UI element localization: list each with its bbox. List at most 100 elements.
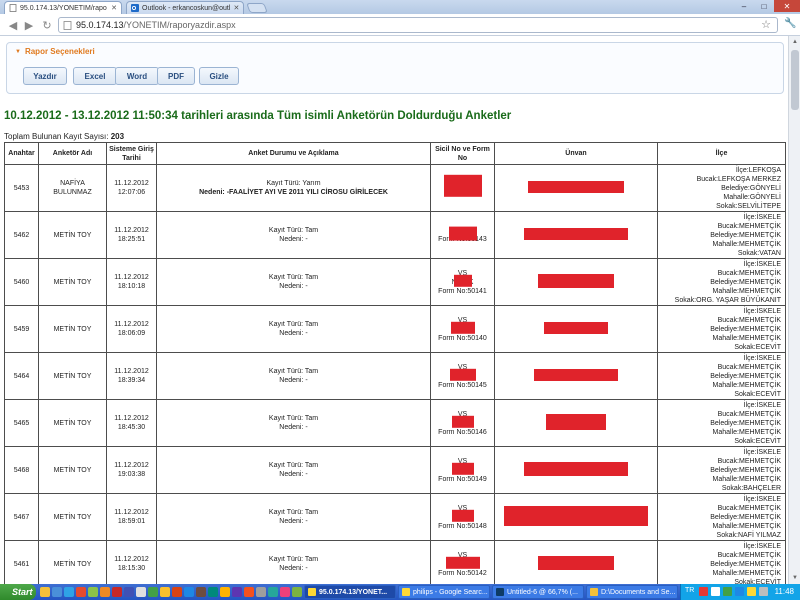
cell-sicil-form: VSNO:KKForm No:50142 <box>430 540 495 584</box>
tray-volume-icon[interactable] <box>759 587 768 596</box>
record-type: Kayıt Türü: Yarım <box>266 180 321 187</box>
location-line: İlçe:İSKELE <box>743 401 781 409</box>
close-window-icon[interactable]: ✕ <box>774 0 800 12</box>
column-header-sicil-form[interactable]: Sicil No ve Form No <box>430 142 495 165</box>
taskbar-window-label: Untitled-6 @ 66,7% (... <box>507 588 578 596</box>
start-button[interactable]: Start <box>0 584 36 600</box>
quicklaunch-app-icon[interactable] <box>220 587 230 597</box>
quicklaunch-app-icon[interactable] <box>112 587 122 597</box>
form-number: Form No:50146 <box>438 428 487 436</box>
location-line: Mahalle:MEHMETÇİK <box>712 475 781 483</box>
table-row: 5461 METİN TOY 11.12.2012 18:15:30 Kayıt Tür… <box>4 540 786 584</box>
tray-app-icon[interactable] <box>699 587 708 596</box>
quicklaunch-app-icon[interactable] <box>148 587 158 597</box>
table-row: 5462 METİN TOY 11.12.2012 18:25:51 Kayıt Tür… <box>4 211 786 259</box>
back-arrow-icon[interactable]: ◀ <box>6 18 20 32</box>
new-tab-button[interactable] <box>246 3 268 13</box>
close-tab-icon[interactable]: ✕ <box>230 4 239 12</box>
taskbar-window-chrome[interactable]: 95.0.174.13/YONET... <box>304 585 396 599</box>
maximize-icon[interactable]: □ <box>754 0 774 12</box>
cell-district: İlçe:İSKELE Bucak:MEHMETÇİK Belediye:MEHME… <box>657 446 786 494</box>
tray-app-icon[interactable] <box>711 587 720 596</box>
cell-district: İlçe:İSKELE Bucak:MEHMETÇİK Belediye:MEHME… <box>657 540 786 584</box>
record-type: Kayıt Türü: Tam <box>268 227 319 234</box>
forward-arrow-icon[interactable]: ▶ <box>22 18 36 32</box>
quicklaunch-media-icon[interactable] <box>76 587 86 597</box>
scroll-down-icon[interactable]: ▼ <box>790 573 800 583</box>
quicklaunch-app-icon[interactable] <box>268 587 278 597</box>
column-header-surveyor[interactable]: Anketör Adı <box>38 142 107 165</box>
hide-button[interactable]: Gizle <box>199 67 239 85</box>
quicklaunch-app-icon[interactable] <box>280 587 290 597</box>
address-bar[interactable]: 95.0.174.13/YONETIM/raporyazdir.aspx ☆ <box>58 17 778 33</box>
cell-entry-date: 11.12.2012 18:06:09 <box>106 305 157 353</box>
entry-date: 11.12.2012 <box>114 368 149 375</box>
report-options-legend[interactable]: ▼ Rapor Seçenekleri <box>15 47 95 56</box>
quicklaunch-app-icon[interactable] <box>244 587 254 597</box>
cell-title <box>494 493 658 541</box>
cell-status: Kayıt Türü: Tam Nedeni: - <box>156 493 431 541</box>
browser-tab-report[interactable]: 95.0.174.13/YONETIM/rapo ✕ <box>4 1 122 14</box>
redaction-box <box>451 509 474 522</box>
cell-surveyor: METİN TOY <box>38 493 107 541</box>
cell-district: İlçe:İSKELE Bucak:MEHMETÇİK Belediye:MEHME… <box>657 211 786 259</box>
redaction-box <box>504 505 648 526</box>
quicklaunch-app-icon[interactable] <box>172 587 182 597</box>
quicklaunch-app-icon[interactable] <box>256 587 266 597</box>
vertical-scrollbar[interactable]: ▲ ▼ <box>788 36 800 584</box>
taskbar-window-explorer[interactable]: D:\Documents and Se... <box>586 585 678 599</box>
column-header-district[interactable]: İlçe <box>657 142 786 165</box>
tray-network-icon[interactable] <box>735 587 744 596</box>
close-tab-icon[interactable]: ✕ <box>108 4 117 12</box>
location-line: Sokak:ECEVİT <box>734 437 781 445</box>
column-header-key[interactable]: Anahtar <box>4 142 39 165</box>
tray-app-icon[interactable] <box>723 587 732 596</box>
table-row: 5468 METİN TOY 11.12.2012 19:03:38 Kayıt Tür… <box>4 446 786 494</box>
location-line: Bucak:MEHMETÇİK <box>717 504 781 512</box>
quicklaunch-app-icon[interactable] <box>208 587 218 597</box>
cell-surveyor: METİN TOY <box>38 540 107 584</box>
table-row: 5459 METİN TOY 11.12.2012 18:06:09 Kayıt Tür… <box>4 305 786 353</box>
cell-sicil-form: Fo04 <box>430 164 495 212</box>
taskbar-window-google-search[interactable]: philips - Google Searc... <box>398 585 490 599</box>
minimize-icon[interactable]: – <box>734 0 754 12</box>
column-header-status[interactable]: Anket Durumu ve Açıklama <box>156 142 431 165</box>
quicklaunch-app-icon[interactable] <box>184 587 194 597</box>
quicklaunch-app-icon[interactable] <box>160 587 170 597</box>
language-indicator[interactable]: TR <box>685 587 694 594</box>
record-count: Toplam Bulunan Kayıt Sayısı: 203 <box>4 132 124 141</box>
cell-key: 5453 <box>4 164 39 212</box>
quicklaunch-firefox-icon[interactable] <box>100 587 110 597</box>
wrench-menu-icon[interactable]: 🔧 <box>784 18 796 29</box>
table-row: 5453 NAFİYA BULUNMAZ 11.12.2012 12:07:06 Kay… <box>4 164 786 212</box>
browser-tab-outlook[interactable]: Outlook - erkancoskun@outl ✕ <box>126 1 244 14</box>
tray-app-icon[interactable] <box>747 587 756 596</box>
quicklaunch-app-icon[interactable] <box>88 587 98 597</box>
quicklaunch-app-icon[interactable] <box>232 587 242 597</box>
pdf-button[interactable]: PDF <box>157 67 195 85</box>
report-heading: 10.12.2012 - 13.12.2012 11:50:34 tarihle… <box>4 110 512 122</box>
collapse-triangle-icon[interactable]: ▼ <box>15 49 21 55</box>
quicklaunch-app-icon[interactable] <box>196 587 206 597</box>
location-line: Sokak:NAFİ YILMAZ <box>716 531 781 539</box>
bookmark-star-icon[interactable]: ☆ <box>761 18 771 31</box>
quicklaunch-app-icon[interactable] <box>136 587 146 597</box>
excel-button[interactable]: Excel <box>73 67 117 85</box>
quicklaunch-app-icon[interactable] <box>292 587 302 597</box>
location-line: Belediye:GÖNYELİ <box>721 184 781 192</box>
scroll-up-icon[interactable]: ▲ <box>790 37 800 47</box>
word-button[interactable]: Word <box>115 67 159 85</box>
quicklaunch-desktop-icon[interactable] <box>52 587 62 597</box>
column-header-title[interactable]: Ünvan <box>494 142 658 165</box>
entry-time: 18:06:09 <box>117 330 146 337</box>
location-line: Belediye:MEHMETÇİK <box>710 466 781 474</box>
quicklaunch-folder-icon[interactable] <box>40 587 50 597</box>
entry-time: 18:10:18 <box>117 283 146 290</box>
quicklaunch-app-icon[interactable] <box>124 587 134 597</box>
quicklaunch-ie-icon[interactable] <box>64 587 74 597</box>
reload-icon[interactable]: ↻ <box>40 18 54 32</box>
column-header-entry-date[interactable]: Sisteme Giriş Tarihi <box>106 142 157 165</box>
taskbar-window-photoshop[interactable]: Untitled-6 @ 66,7% (... <box>492 585 584 599</box>
scrollbar-thumb[interactable] <box>791 50 799 110</box>
print-button[interactable]: Yazdır <box>23 67 67 85</box>
